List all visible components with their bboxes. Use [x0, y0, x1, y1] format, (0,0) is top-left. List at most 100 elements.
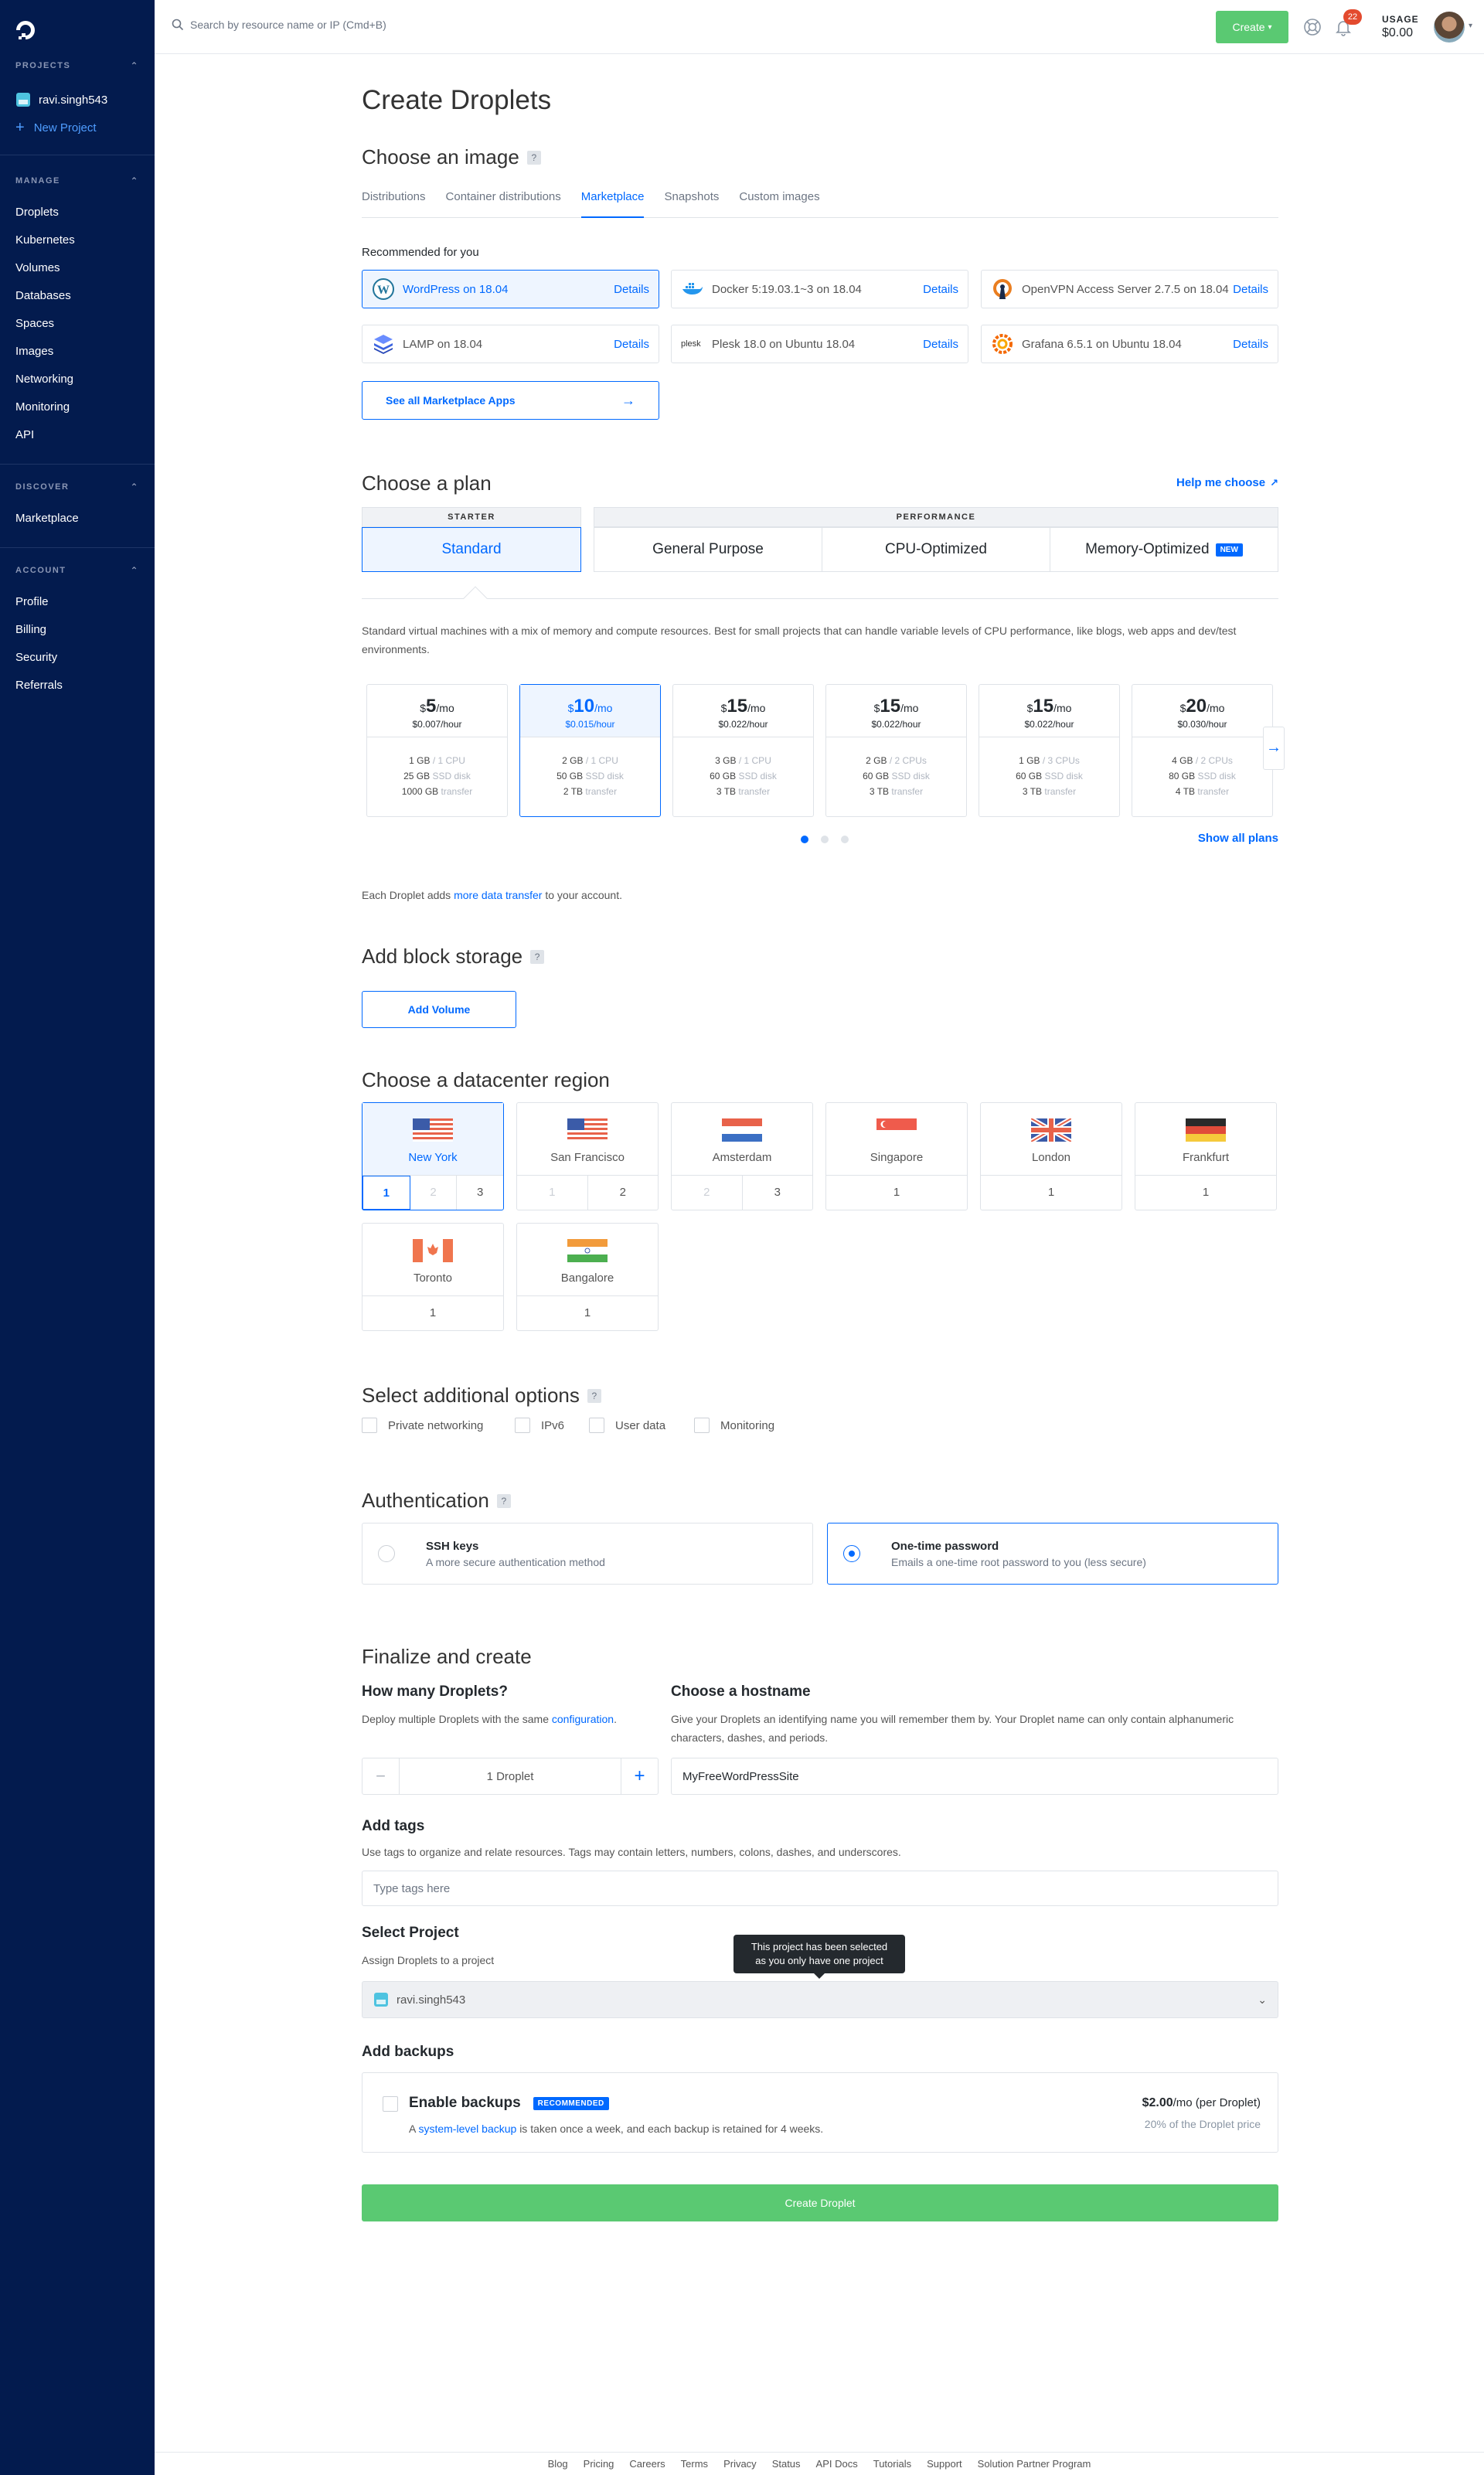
- help-question-icon[interactable]: ?: [526, 150, 541, 165]
- digitalocean-logo-icon[interactable]: [14, 19, 37, 42]
- hostname-input[interactable]: [671, 1758, 1278, 1795]
- carousel-dot[interactable]: [801, 836, 808, 843]
- region-card-singapore[interactable]: Singapore 1: [825, 1102, 968, 1210]
- tab-distributions[interactable]: Distributions: [362, 190, 426, 218]
- app-card-wordpress[interactable]: W WordPress on 18.04 Details: [362, 270, 659, 308]
- plan-price-card[interactable]: $5/mo $0.007/hour 1 GB / 1 CPU 25 GB SSD di…: [366, 684, 508, 817]
- datacenter-option[interactable]: 1: [981, 1176, 1122, 1210]
- footer-link-solution-partner[interactable]: Solution Partner Program: [978, 2458, 1091, 2470]
- sidebar-item-api[interactable]: API: [0, 420, 155, 448]
- enable-backups-checkbox[interactable]: [383, 2096, 398, 2112]
- plan-price-card[interactable]: $15/mo $0.022/hour 3 GB / 1 CPU 60 GB SSD d…: [672, 684, 814, 817]
- help-question-icon[interactable]: ?: [530, 949, 545, 964]
- sidebar-item-databases[interactable]: Databases: [0, 281, 155, 309]
- sidebar-item-billing[interactable]: Billing: [0, 615, 155, 643]
- app-details-link[interactable]: Details: [614, 338, 649, 351]
- droplet-count-value[interactable]: 1 Droplet: [400, 1770, 621, 1783]
- project-select[interactable]: ravi.singh543 ⌄: [362, 1981, 1278, 2018]
- usage-summary[interactable]: USAGE $0.00: [1382, 14, 1419, 40]
- app-details-link[interactable]: Details: [923, 283, 958, 296]
- app-details-link[interactable]: Details: [1233, 283, 1268, 296]
- datacenter-option[interactable]: 1: [362, 1296, 503, 1330]
- app-card-plesk[interactable]: plesk Plesk 18.0 on Ubuntu 18.04 Details: [671, 325, 968, 363]
- chevron-down-icon[interactable]: ▾: [1469, 22, 1472, 30]
- footer-link-careers[interactable]: Careers: [629, 2458, 665, 2470]
- app-card-grafana[interactable]: Grafana 6.5.1 on Ubuntu 18.04 Details: [981, 325, 1278, 363]
- plan-tab-memory-optimized[interactable]: Memory-Optimized NEW: [1050, 527, 1278, 572]
- plan-price-card[interactable]: $15/mo $0.022/hour 1 GB / 3 CPUs 60 GB SSD …: [979, 684, 1120, 817]
- plan-tab-cpu-optimized[interactable]: CPU-Optimized: [822, 527, 1050, 572]
- sidebar-item-profile[interactable]: Profile: [0, 587, 155, 615]
- footer-link-blog[interactable]: Blog: [548, 2458, 568, 2470]
- tab-marketplace[interactable]: Marketplace: [580, 190, 645, 218]
- tab-snapshots[interactable]: Snapshots: [664, 190, 719, 218]
- sidebar-account-header[interactable]: ACCOUNT ⌃: [0, 563, 155, 578]
- region-card-amsterdam[interactable]: Amsterdam 2 3: [671, 1102, 813, 1210]
- sidebar-new-project[interactable]: + New Project: [0, 114, 155, 141]
- sidebar-item-security[interactable]: Security: [0, 643, 155, 671]
- footer-link-status[interactable]: Status: [772, 2458, 801, 2470]
- option-ipv6[interactable]: IPv6: [515, 1418, 564, 1433]
- auth-option-one-time-password[interactable]: One-time password Emails a one-time root…: [827, 1523, 1278, 1585]
- datacenter-option[interactable]: 1: [517, 1296, 658, 1330]
- sidebar-item-referrals[interactable]: Referrals: [0, 671, 155, 699]
- datacenter-option[interactable]: 1: [1135, 1176, 1276, 1210]
- datacenter-option[interactable]: 2: [588, 1176, 659, 1210]
- sidebar-item-spaces[interactable]: Spaces: [0, 309, 155, 337]
- search-bar[interactable]: Search by resource name or IP (Cmd+B): [172, 19, 386, 31]
- help-lifebuoy-icon[interactable]: [1302, 17, 1322, 37]
- plan-tab-standard[interactable]: Standard: [362, 527, 581, 572]
- sidebar-item-monitoring[interactable]: Monitoring: [0, 393, 155, 420]
- sidebar-item-droplets[interactable]: Droplets: [0, 198, 155, 226]
- next-plans-arrow-icon[interactable]: →: [1263, 727, 1285, 770]
- datacenter-option[interactable]: 1: [362, 1176, 410, 1210]
- tags-input[interactable]: [362, 1871, 1278, 1906]
- app-details-link[interactable]: Details: [923, 338, 958, 351]
- carousel-dot[interactable]: [841, 836, 849, 843]
- tab-custom-images[interactable]: Custom images: [739, 190, 819, 218]
- checkbox[interactable]: [362, 1418, 377, 1433]
- sidebar-item-marketplace[interactable]: Marketplace: [0, 504, 155, 532]
- plan-price-card[interactable]: $20/mo $0.030/hour 4 GB / 2 CPUs 80 GB SSD …: [1132, 684, 1273, 817]
- sidebar-manage-header[interactable]: MANAGE ⌃: [0, 173, 155, 189]
- sidebar-item-kubernetes[interactable]: Kubernetes: [0, 226, 155, 254]
- see-all-marketplace-button[interactable]: See all Marketplace Apps →: [362, 381, 659, 420]
- help-question-icon[interactable]: ?: [496, 1493, 511, 1508]
- footer-link-pricing[interactable]: Pricing: [584, 2458, 614, 2470]
- region-card-bangalore[interactable]: Bangalore 1: [516, 1223, 659, 1331]
- create-button[interactable]: Create ▾: [1216, 11, 1288, 43]
- minus-icon[interactable]: −: [362, 1758, 400, 1794]
- show-all-plans-link[interactable]: Show all plans: [1198, 832, 1278, 845]
- sidebar-discover-header[interactable]: DISCOVER ⌃: [0, 479, 155, 495]
- more-data-transfer-link[interactable]: more data transfer: [454, 889, 542, 901]
- datacenter-option[interactable]: 3: [743, 1176, 813, 1210]
- datacenter-option[interactable]: 3: [457, 1176, 503, 1210]
- footer-link-privacy[interactable]: Privacy: [723, 2458, 757, 2470]
- avatar[interactable]: [1434, 12, 1465, 43]
- carousel-dot[interactable]: [821, 836, 829, 843]
- app-card-openvpn[interactable]: OpenVPN Access Server 2.7.5 on 18.04 Det…: [981, 270, 1278, 308]
- region-card-toronto[interactable]: Toronto 1: [362, 1223, 504, 1331]
- radio-button[interactable]: [378, 1545, 395, 1562]
- option-private-networking[interactable]: Private networking: [362, 1418, 483, 1433]
- radio-button-selected[interactable]: [843, 1545, 860, 1562]
- region-card-san-francisco[interactable]: San Francisco 1 2: [516, 1102, 659, 1210]
- plan-price-card[interactable]: $15/mo $0.022/hour 2 GB / 2 CPUs 60 GB SSD …: [825, 684, 967, 817]
- sidebar-item-volumes[interactable]: Volumes: [0, 254, 155, 281]
- datacenter-option[interactable]: 1: [826, 1176, 967, 1210]
- configuration-link[interactable]: configuration: [552, 1713, 614, 1725]
- sidebar-item-project[interactable]: ravi.singh543: [0, 86, 155, 114]
- system-level-backup-link[interactable]: system-level backup: [418, 2123, 516, 2135]
- sidebar-item-networking[interactable]: Networking: [0, 365, 155, 393]
- sidebar-projects-header[interactable]: PROJECTS ⌃: [0, 58, 155, 73]
- app-details-link[interactable]: Details: [614, 283, 649, 296]
- help-me-choose-link[interactable]: Help me choose ↗: [1176, 476, 1278, 489]
- option-monitoring[interactable]: Monitoring: [694, 1418, 774, 1433]
- plan-price-card[interactable]: $10/mo $0.015/hour 2 GB / 1 CPU 50 GB SSD d…: [519, 684, 661, 817]
- region-card-new-york[interactable]: New York 1 2 3: [362, 1102, 504, 1210]
- checkbox[interactable]: [694, 1418, 710, 1433]
- checkbox[interactable]: [515, 1418, 530, 1433]
- footer-link-tutorials[interactable]: Tutorials: [873, 2458, 911, 2470]
- create-droplet-button[interactable]: Create Droplet: [362, 2184, 1278, 2221]
- auth-option-ssh-keys[interactable]: SSH keys A more secure authentication me…: [362, 1523, 813, 1585]
